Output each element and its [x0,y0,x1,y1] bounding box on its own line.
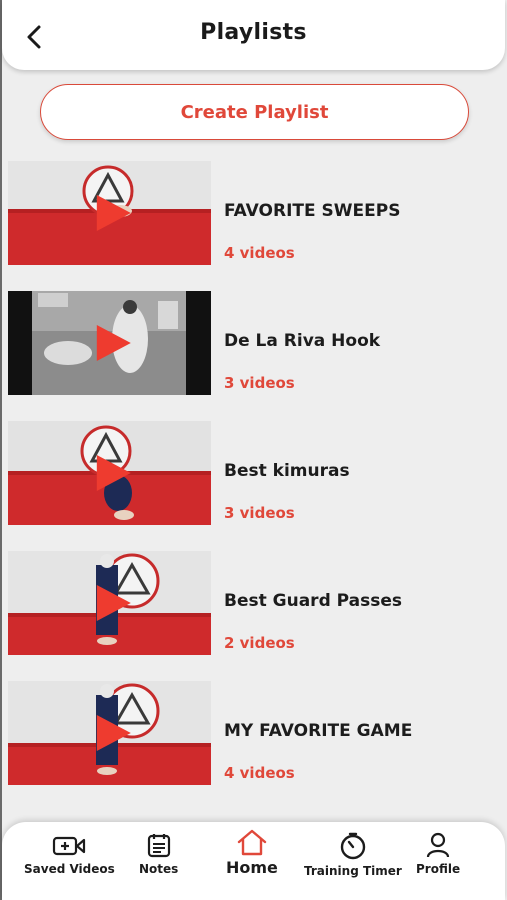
user-icon [426,832,450,858]
nav-notes[interactable]: Notes [139,832,178,876]
nav-training-timer[interactable]: Training Timer [304,832,402,878]
nav-label: Training Timer [304,864,402,878]
nav-profile[interactable]: Profile [416,832,460,876]
nav-label: Notes [139,862,179,876]
playlist-item[interactable]: De La Riva Hook 3 videos [0,291,507,395]
top-bar: Playlists [2,0,505,70]
playlist-video-count: 2 videos [224,634,295,652]
playlist-video-count: 3 videos [224,504,295,522]
play-icon [96,455,131,491]
notes-icon [147,834,170,858]
playlist-item[interactable]: FAVORITE SWEEPS 4 videos [0,161,507,265]
playlist-item[interactable]: MY FAVORITE GAME 4 videos [0,681,507,785]
nav-saved-videos[interactable]: Saved Videos [24,834,115,876]
playlist-title: FAVORITE SWEEPS [224,201,401,221]
playlist-video-count: 4 videos [224,764,295,782]
play-icon [96,585,131,621]
playlist-video-count: 3 videos [224,374,295,392]
stopwatch-icon [340,832,366,860]
playlist-item[interactable]: Best Guard Passes 2 videos [0,551,507,655]
nav-home[interactable]: Home [226,828,278,877]
nav-label: Home [226,858,278,877]
playlist-thumbnail [8,421,211,525]
playlist-video-count: 4 videos [224,244,295,262]
playlist-thumbnail [8,291,211,395]
page-title: Playlists [200,19,307,45]
create-playlist-button[interactable]: Create Playlist [40,84,469,140]
playlist-title: MY FAVORITE GAME [224,721,413,741]
nav-label: Saved Videos [24,862,115,876]
playlist-thumbnail [8,551,211,655]
play-icon [96,195,131,231]
back-button[interactable] [20,22,48,52]
home-icon [237,829,267,856]
video-plus-icon [53,836,86,856]
playlist-title: Best Guard Passes [224,591,403,611]
playlist-title: Best kimuras [224,461,350,481]
play-icon [96,715,131,751]
chevron-left-icon [27,25,41,49]
playlist-title: De La Riva Hook [224,331,381,351]
playlist-item[interactable]: Best kimuras 3 videos [0,421,507,525]
nav-label: Profile [416,862,461,876]
playlist-thumbnail [8,681,211,785]
playlist-thumbnail [8,161,211,265]
bottom-nav: Saved Videos Notes Home Training Timer P… [2,822,505,900]
play-icon [96,325,131,361]
